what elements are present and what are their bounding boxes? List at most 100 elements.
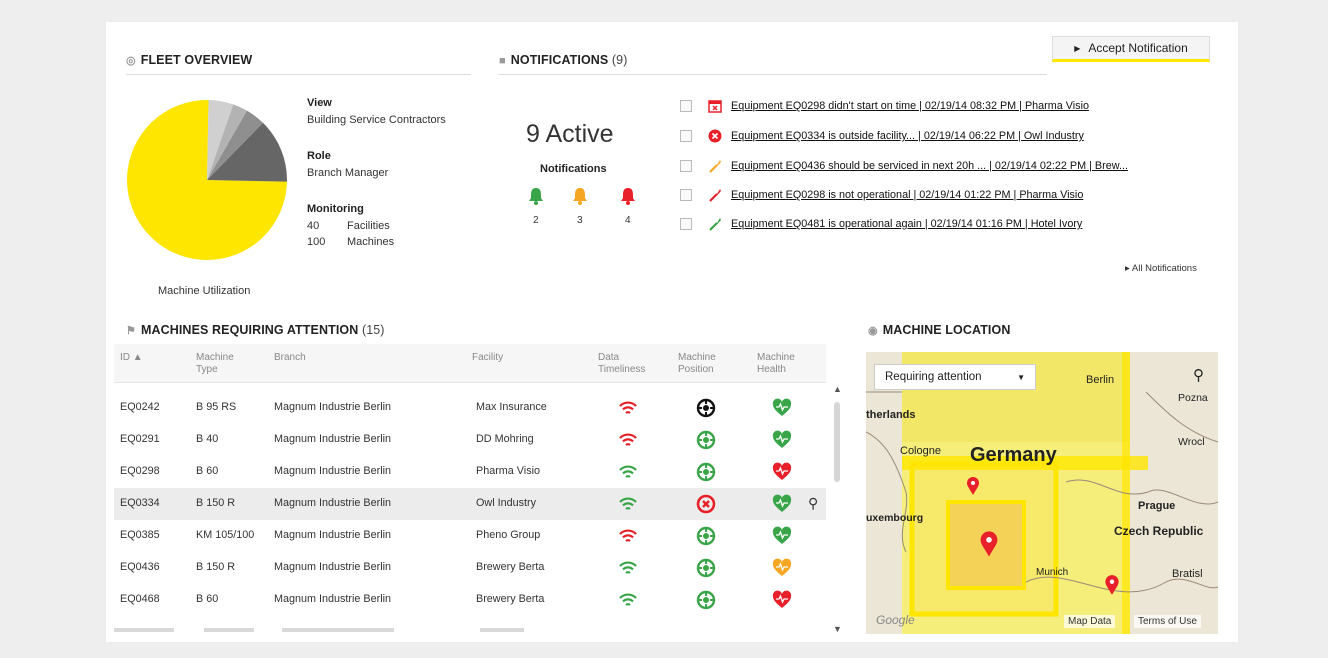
map-pin-icon[interactable] [966,476,980,496]
notification-link[interactable]: Equipment EQ0334 is outside facility... … [731,130,1084,142]
notification-link[interactable]: Equipment EQ0298 didn't start on time | … [731,100,1089,112]
health-icon [772,430,792,450]
wifi-icon [618,398,638,418]
notification-link[interactable]: Equipment EQ0481 is operational again | … [731,218,1082,230]
cell-facility: Brewery Berta [476,561,545,573]
cell-facility: Pharma Visio [476,465,541,477]
cell-id: EQ0334 [120,497,160,509]
x-circle-icon [708,129,722,143]
map-label: Wrocl [1178,436,1205,448]
map-search-icon[interactable]: ⚲ [1193,366,1204,384]
col-id[interactable]: ID ▲ [120,352,143,364]
role-value: Branch Manager [307,167,389,179]
notification-checkbox[interactable] [680,100,692,112]
cell-id: EQ0242 [120,401,160,413]
scroll-down-icon[interactable]: ▼ [833,624,842,634]
all-notifications-link[interactable]: ▸ All Notifications [1125,263,1197,274]
notification-checkbox[interactable] [680,189,692,201]
map-label: Bratisl [1172,568,1203,580]
table-row[interactable]: EQ0291 B 40 Magnum Industrie Berlin DD M… [114,424,826,456]
bell-icon [620,187,636,205]
health-icon [772,526,792,546]
notification-checkbox[interactable] [680,160,692,172]
col-facility[interactable]: Facility [472,352,503,364]
notification-item: Equipment EQ0298 didn't start on time | … [680,96,1089,116]
scroll-thumb[interactable] [834,402,840,482]
map-filter-dropdown[interactable]: Requiring attention ▼ [874,364,1036,390]
cell-id: EQ0468 [120,593,160,605]
position-icon [696,430,716,450]
wifi-icon [618,590,638,610]
map-label: uxembourg [866,512,924,524]
col-data-timeliness[interactable]: Data Timeliness [598,352,666,376]
scroll-up-icon[interactable]: ▲ [833,384,842,394]
calendar-error-icon [708,99,722,113]
bell-icon [572,187,588,205]
cell-id: EQ0436 [120,561,160,573]
cell-type: B 150 R [196,497,236,509]
map-label: Berlin [1086,374,1115,386]
cell-type: KM 105/100 [196,529,255,541]
map-label: Munich [1036,567,1069,578]
position-error-icon [696,494,716,514]
table-row[interactable]: EQ0334 B 150 R Magnum Industrie Berlin O… [114,488,826,520]
position-icon [696,558,716,578]
caret-down-icon: ▼ [1017,372,1025,382]
pie-caption: Machine Utilization [158,285,251,297]
health-icon [772,558,792,578]
terms-of-use-link[interactable]: Terms of Use [1134,615,1201,628]
notification-checkbox[interactable] [680,130,692,142]
wifi-icon [618,558,638,578]
cell-facility: Brewery Berta [476,593,545,605]
globe-icon: ◎ [126,55,136,67]
pin-icon: ◉ [868,325,878,337]
map-label: Cologne [900,445,941,457]
bell-count: 2 [533,215,539,226]
bell-count: 3 [577,215,583,226]
notification-link[interactable]: Equipment EQ0298 is not operational | 02… [731,189,1083,201]
col-branch[interactable]: Branch [274,352,306,364]
col-machine-position[interactable]: Machine Position [678,352,730,376]
wifi-icon [618,462,638,482]
col-machine-type[interactable]: Machine Type [196,352,246,376]
divider [499,74,1047,75]
map-label: Czech Republic [1114,524,1204,538]
cell-type: B 150 R [196,561,236,573]
table-row[interactable]: EQ0298 B 60 Magnum Industrie Berlin Phar… [114,456,826,488]
table-row[interactable]: EQ0242 B 95 RS Magnum Industrie Berlin M… [114,392,826,424]
cell-facility: Max Insurance [476,401,547,413]
location-map[interactable]: Requiring attention ▼ ⚲ Berlin Pozna Wroc… [866,352,1218,634]
machines-label: Machines [347,236,395,248]
machines-title: ⚑ MACHINES REQUIRING ATTENTION (15) [126,323,385,337]
dashboard-card: ◎ FLEET OVERVIEW Machine Utilization View… [106,22,1238,642]
cell-type: B 60 [196,465,219,477]
divider [126,74,471,75]
flag-icon: ⚑ [126,325,136,337]
map-label: therlands [866,409,916,421]
row-search-icon[interactable]: ⚲ [808,495,828,515]
health-icon [772,462,792,482]
view-value: Building Service Contractors [307,114,446,126]
col-machine-health[interactable]: Machine Health [757,352,809,376]
table-row[interactable]: EQ0436 B 150 R Magnum Industrie Berlin B… [114,552,826,584]
health-icon [772,398,792,418]
accept-notification-button[interactable]: ▶ Accept Notification [1052,36,1210,62]
notification-link[interactable]: Equipment EQ0436 should be serviced in n… [731,160,1128,172]
cell-type: B 95 RS [196,401,237,413]
map-data-link[interactable]: Map Data [1064,615,1116,628]
bell-icon [528,187,544,205]
cell-branch: Magnum Industrie Berlin [274,497,392,509]
map-pin-icon[interactable] [1104,574,1120,596]
notification-checkbox[interactable] [680,218,692,230]
wifi-icon [618,430,638,450]
position-icon [696,526,716,546]
cell-branch: Magnum Industrie Berlin [274,465,392,477]
table-scrollbar[interactable]: ▲ ▼ [831,384,843,634]
table-row[interactable]: EQ0385 KM 105/100 Magnum Industrie Berli… [114,520,826,552]
map-canvas [866,352,1218,634]
google-logo: Google [876,613,915,627]
map-pin-cluster-icon[interactable] [978,530,1000,558]
table-row[interactable]: EQ0468 B 60 Magnum Industrie Berlin Brew… [114,584,826,616]
cell-branch: Magnum Industrie Berlin [274,401,392,413]
machine-utilization-pie [126,100,287,260]
